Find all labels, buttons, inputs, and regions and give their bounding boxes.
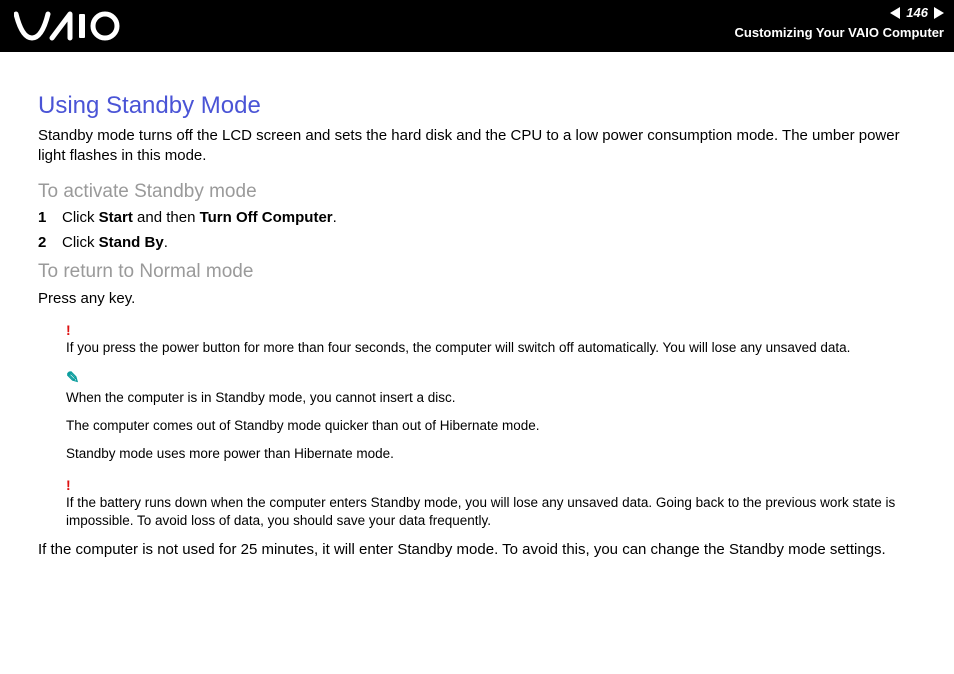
notes-block: ! If you press the power button for more… (66, 323, 920, 530)
page-content: Using Standby Mode Standby mode turns of… (0, 52, 954, 595)
step-row: 1 Click Start and then Turn Off Computer… (38, 209, 920, 226)
intro-paragraph: Standby mode turns off the LCD screen an… (38, 126, 920, 167)
activate-heading: To activate Standby mode (38, 181, 920, 203)
page-number: 146 (906, 4, 928, 22)
warning-text: If you press the power button for more t… (66, 339, 920, 357)
page-title: Using Standby Mode (38, 92, 920, 120)
vaio-logo (14, 10, 134, 42)
note-text: Standby mode uses more power than Hibern… (66, 445, 920, 463)
header-bar: 146 Customizing Your VAIO Computer (0, 0, 954, 52)
step-text: Click Start and then Turn Off Computer. (62, 209, 337, 226)
warning-icon: ! (66, 478, 920, 492)
note-icon: ✎ (66, 371, 920, 387)
final-paragraph: If the computer is not used for 25 minut… (38, 540, 920, 560)
activate-steps: 1 Click Start and then Turn Off Computer… (38, 209, 920, 251)
return-text: Press any key. (38, 289, 920, 309)
note-text: The computer comes out of Standby mode q… (66, 417, 920, 435)
next-page-icon[interactable] (934, 7, 944, 19)
note-text: When the computer is in Standby mode, yo… (66, 389, 920, 407)
warning-icon: ! (66, 323, 920, 337)
step-number: 1 (38, 209, 62, 226)
warning-text: If the battery runs down when the comput… (66, 494, 920, 530)
step-row: 2 Click Stand By. (38, 234, 920, 251)
section-title: Customizing Your VAIO Computer (735, 24, 944, 42)
step-text: Click Stand By. (62, 234, 168, 251)
prev-page-icon[interactable] (890, 7, 900, 19)
page-navigation: 146 Customizing Your VAIO Computer (735, 4, 944, 42)
return-heading: To return to Normal mode (38, 261, 920, 283)
step-number: 2 (38, 234, 62, 251)
